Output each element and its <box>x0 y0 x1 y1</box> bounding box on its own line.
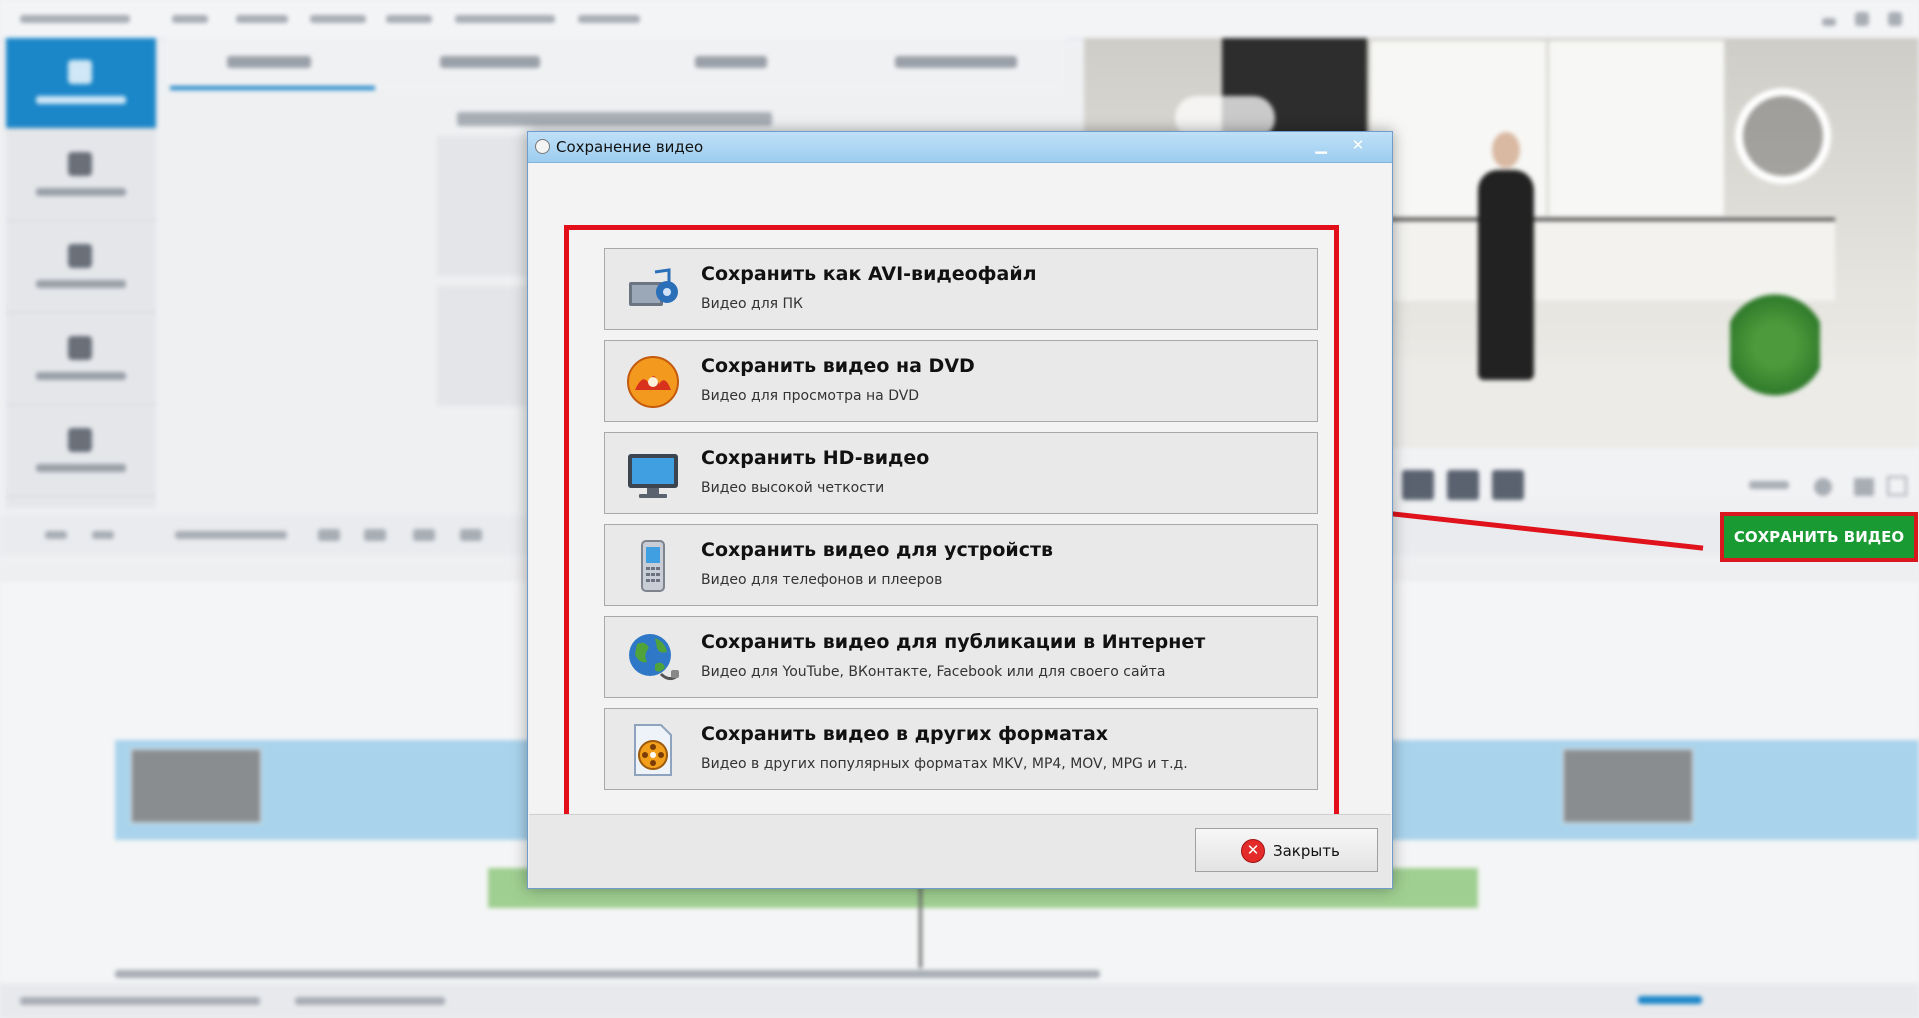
undo-icon[interactable] <box>45 531 67 539</box>
option-subtitle: Видео для YouTube, ВКонтакте, Facebook и… <box>701 664 1166 680</box>
fullscreen-icon[interactable] <box>1887 476 1907 496</box>
video-clip-thumbnail[interactable] <box>1562 748 1694 824</box>
menu-item-blurred[interactable] <box>310 15 366 23</box>
crop-icon[interactable] <box>413 529 435 541</box>
save-video-dialog: Сохранение видео ▁ ✕ Сохранить как AVI-в… <box>527 131 1393 889</box>
files-heading-blurred <box>457 112 772 126</box>
content-tabs <box>165 38 1065 90</box>
option-subtitle: Видео в других популярных форматах MKV, … <box>701 756 1188 772</box>
option-save-devices[interactable]: Сохранить видео для устройств Видео для … <box>604 524 1318 606</box>
mobile-phone-icon <box>641 540 665 592</box>
menu-bar <box>0 0 1919 39</box>
app-title-blurred <box>20 15 130 23</box>
timeline-scrollbar[interactable] <box>115 970 1100 978</box>
save-video-button[interactable]: СОХРАНИТЬ ВИДЕО <box>1720 512 1918 562</box>
copy-icon[interactable] <box>364 529 386 541</box>
video-clip-thumbnail[interactable] <box>130 748 262 824</box>
film-file-icon <box>634 724 672 776</box>
monitor-icon <box>628 454 678 498</box>
menu-item-blurred[interactable] <box>236 15 288 23</box>
active-tab-indicator <box>170 86 375 90</box>
dialog-title: Сохранение видео <box>556 138 704 156</box>
play-icon[interactable] <box>1447 470 1479 500</box>
tab-blurred[interactable] <box>440 56 540 68</box>
option-subtitle: Видео для ПК <box>701 296 803 312</box>
option-title: Сохранить видео для устройств <box>701 539 1053 561</box>
option-save-other-formats[interactable]: Сохранить видео в других форматах Видео … <box>604 708 1318 790</box>
option-save-avi[interactable]: Сохранить как AVI-видеофайл Видео для ПК <box>604 248 1318 330</box>
option-title: Сохранить видео на DVD <box>701 355 975 377</box>
zoom-slider[interactable] <box>1638 996 1702 1004</box>
menu-item-blurred[interactable] <box>578 15 640 23</box>
status-bar <box>0 984 1919 1018</box>
snapshot-icon[interactable] <box>1854 478 1874 496</box>
option-title: Сохранить видео в других форматах <box>701 723 1109 745</box>
dialog-content: Сохранить как AVI-видеофайл Видео для ПК… <box>529 163 1391 827</box>
close-button[interactable]: ✕ Закрыть <box>1195 828 1378 872</box>
sidebar-item-text[interactable] <box>6 130 156 221</box>
text-icon <box>68 152 92 176</box>
tab-blurred[interactable] <box>695 56 767 68</box>
folder-icon <box>68 60 92 84</box>
close-icon[interactable]: ✕ <box>1341 135 1375 155</box>
minimize-icon[interactable] <box>1822 18 1836 26</box>
file-tile-blurred[interactable] <box>437 286 527 406</box>
transition-icon <box>68 336 92 360</box>
option-title: Сохранить видео для публикации в Интерне… <box>701 631 1206 653</box>
next-frame-icon[interactable] <box>1492 470 1524 500</box>
sidebar-item-transitions[interactable] <box>6 314 156 405</box>
left-sidebar <box>6 38 156 508</box>
save-video-button-label: СОХРАНИТЬ ВИДЕО <box>1724 516 1914 558</box>
globe-icon <box>629 634 679 681</box>
redo-icon[interactable] <box>92 531 114 539</box>
option-save-internet[interactable]: Сохранить видео для публикации в Интерне… <box>604 616 1318 698</box>
option-subtitle: Видео высокой четкости <box>701 480 885 496</box>
option-title: Сохранить HD-видео <box>701 447 930 469</box>
menu-item-blurred[interactable] <box>386 15 432 23</box>
dvd-disc-icon <box>627 356 679 408</box>
option-save-hd[interactable]: Сохранить HD-видео Видео высокой четкост… <box>604 432 1318 514</box>
option-save-dvd[interactable]: Сохранить видео на DVD Видео для просмот… <box>604 340 1318 422</box>
maximize-icon[interactable] <box>1855 12 1869 26</box>
minimize-icon[interactable]: ▁ <box>1304 135 1338 155</box>
dialog-title-bar[interactable]: Сохранение видео ▁ ✕ <box>528 132 1392 163</box>
tab-blurred[interactable] <box>895 56 1017 68</box>
option-subtitle: Видео для телефонов и плееров <box>701 572 943 588</box>
close-circle-icon: ✕ <box>1241 839 1265 863</box>
tab-blurred[interactable] <box>227 56 311 68</box>
option-title: Сохранить как AVI-видеофайл <box>701 263 1037 285</box>
option-subtitle: Видео для просмотра на DVD <box>701 388 920 404</box>
file-tile-blurred[interactable] <box>437 136 527 276</box>
prev-frame-icon[interactable] <box>1402 470 1434 500</box>
sidebar-item-tools[interactable] <box>6 406 156 497</box>
tool-button-blurred[interactable] <box>175 531 287 539</box>
menu-item-blurred[interactable] <box>172 15 208 23</box>
close-button-label: Закрыть <box>1273 842 1340 860</box>
timer-overlay <box>1735 88 1831 184</box>
app-icon <box>535 139 550 154</box>
sidebar-item-files[interactable] <box>6 38 156 129</box>
zoom-icon[interactable] <box>1814 478 1832 496</box>
cut-icon[interactable] <box>318 529 340 541</box>
film-reel-icon <box>629 268 678 306</box>
sidebar-item-effects[interactable] <box>6 222 156 313</box>
plus-icon <box>68 244 92 268</box>
wrench-icon <box>68 428 92 452</box>
menu-item-blurred[interactable] <box>455 15 555 23</box>
rotate-icon[interactable] <box>460 529 482 541</box>
close-icon[interactable] <box>1888 12 1902 26</box>
